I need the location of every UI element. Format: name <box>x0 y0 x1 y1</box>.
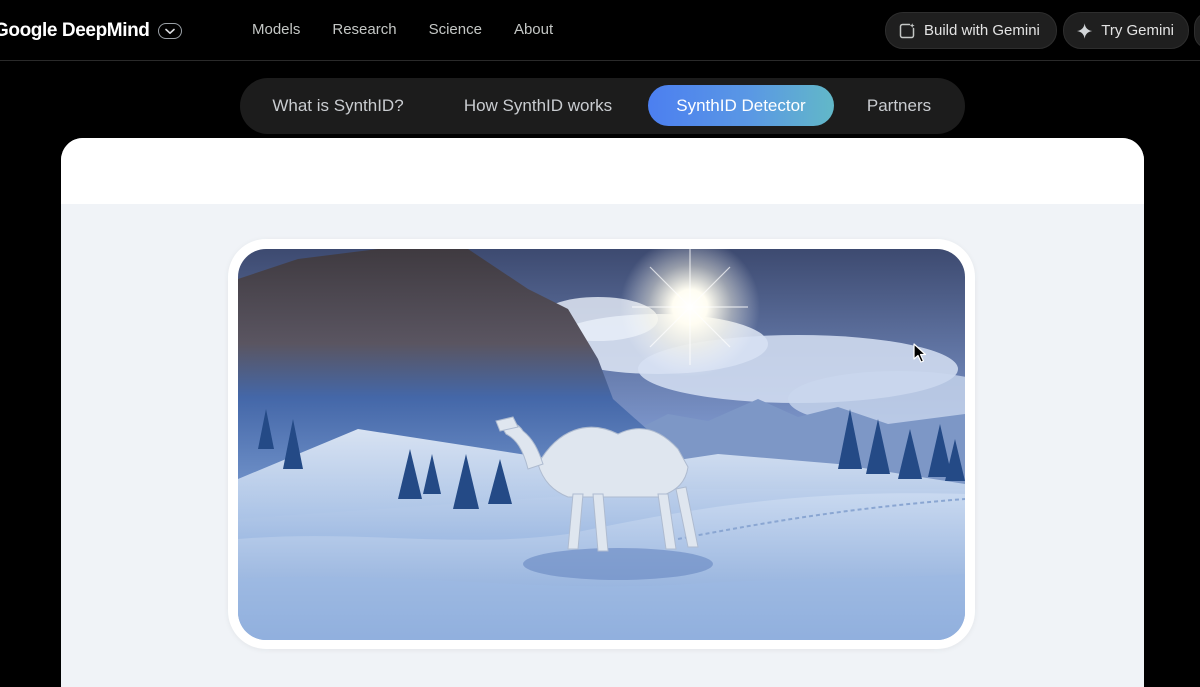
brand-logo-text[interactable]: Google DeepMind <box>0 20 150 42</box>
sparkle-icon <box>1076 22 1093 39</box>
main-nav: Models Research Science About <box>252 21 553 38</box>
media-frame <box>228 239 975 649</box>
nav-link-about[interactable]: About <box>514 21 553 38</box>
mouse-cursor-icon <box>913 343 927 363</box>
try-gemini-label: Try Gemini <box>1101 22 1174 39</box>
detector-media-image[interactable] <box>238 249 965 640</box>
snowy-camel-scene <box>238 249 965 640</box>
brand-menu-toggle[interactable] <box>157 23 182 39</box>
build-with-gemini-button[interactable]: Build with Gemini <box>885 12 1057 49</box>
chevron-down-icon <box>164 28 175 34</box>
tab-synthid-detector[interactable]: SynthID Detector <box>648 85 834 126</box>
build-with-gemini-label: Build with Gemini <box>924 22 1040 39</box>
overflow-nav-button[interactable] <box>1194 12 1200 49</box>
nav-link-science[interactable]: Science <box>429 21 482 38</box>
nav-link-research[interactable]: Research <box>332 21 396 38</box>
try-gemini-button[interactable]: Try Gemini <box>1063 12 1189 49</box>
tab-how-synthid-works[interactable]: How SynthID works <box>448 85 628 126</box>
tab-what-is-synthid[interactable]: What is SynthID? <box>256 85 420 126</box>
build-icon <box>899 22 915 38</box>
detector-card <box>61 138 1144 687</box>
section-tabs: What is SynthID? How SynthID works Synth… <box>240 78 965 134</box>
top-navigation-bar: Google DeepMind Models Research Science … <box>0 0 1200 61</box>
brand[interactable]: Google DeepMind <box>0 18 182 44</box>
nav-link-models[interactable]: Models <box>252 21 300 38</box>
card-header <box>61 138 1144 204</box>
tab-partners[interactable]: Partners <box>852 85 946 126</box>
